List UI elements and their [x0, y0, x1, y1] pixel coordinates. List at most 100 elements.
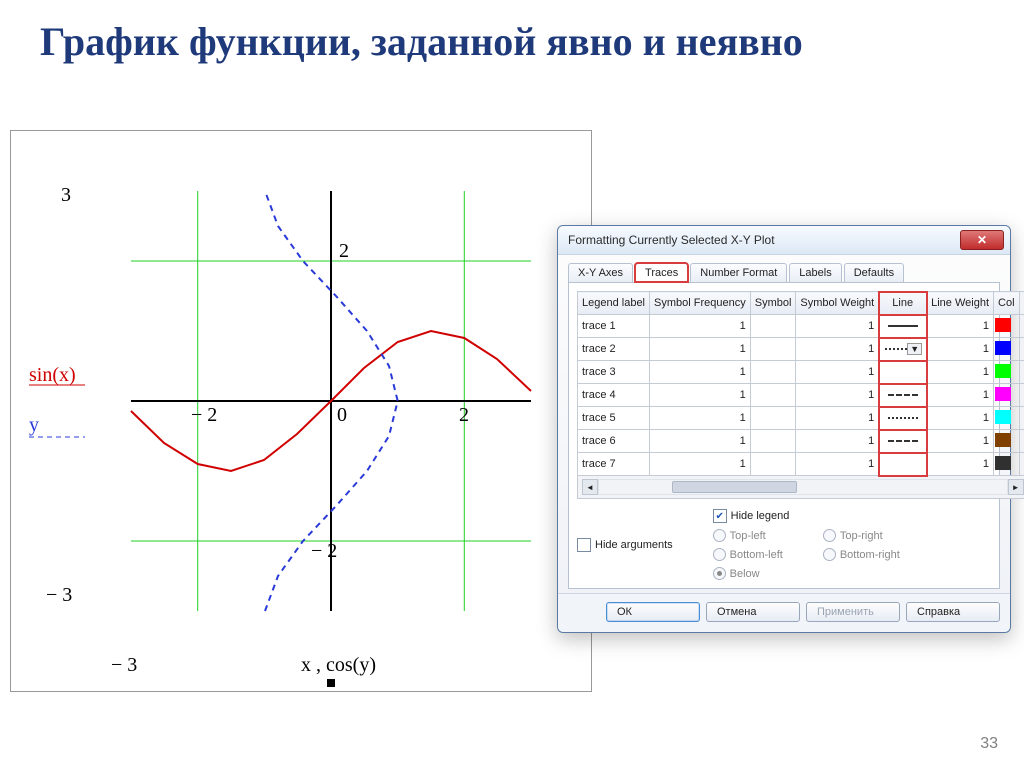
dialog-titlebar[interactable]: Formatting Currently Selected X-Y Plot ✕	[558, 226, 1010, 255]
cell-line-weight[interactable]: 1	[927, 384, 994, 407]
dialog-tabs: X-Y Axes Traces Number Format Labels Def…	[568, 263, 1000, 283]
cell-legend-label[interactable]: trace 4	[578, 384, 650, 407]
cell-symbol-weight[interactable]: 1	[796, 453, 879, 476]
vscroll-cell[interactable]	[1019, 453, 1024, 476]
checkbox-box-checked: ✔	[713, 509, 727, 523]
cancel-button[interactable]: Отмена	[706, 602, 800, 622]
cell-symbol-freq[interactable]: 1	[650, 407, 751, 430]
cell-symbol-freq[interactable]: 1	[650, 338, 751, 361]
table-row[interactable]: trace 5111	[578, 407, 1024, 430]
scroll-track[interactable]	[598, 479, 1008, 495]
cell-symbol-freq[interactable]: 1	[650, 361, 751, 384]
vscroll-cell[interactable]	[1019, 361, 1024, 384]
table-row[interactable]: trace 4111	[578, 384, 1024, 407]
cell-line-style[interactable]	[879, 361, 927, 384]
cell-legend-label[interactable]: trace 7	[578, 453, 650, 476]
cell-symbol[interactable]	[750, 430, 796, 453]
cell-color-swatch[interactable]	[994, 453, 1020, 476]
cell-color-swatch[interactable]	[994, 407, 1020, 430]
cell-symbol[interactable]	[750, 453, 796, 476]
xy-plot[interactable]: − 2 0 2 2 − 2 3 − 3 − 3 x , cos(y) sin(x…	[10, 130, 592, 692]
x-axis-label: x , cos(y)	[301, 654, 376, 676]
col-symbol-frequency[interactable]: Symbol Frequency	[650, 292, 751, 315]
help-button[interactable]: Справка	[906, 602, 1000, 622]
radio-bottom-left: Bottom-left	[713, 548, 783, 561]
vscroll-cell[interactable]	[1019, 315, 1024, 338]
table-row[interactable]: trace 211▼1	[578, 338, 1024, 361]
cell-line-weight[interactable]: 1	[927, 453, 994, 476]
tab-labels[interactable]: Labels	[789, 263, 841, 282]
radio-top-right: Top-right	[823, 529, 900, 542]
col-color[interactable]: Col	[994, 292, 1020, 315]
scroll-right-icon[interactable]: ►	[1008, 479, 1024, 495]
cell-symbol-weight[interactable]: 1	[796, 361, 879, 384]
cell-line-weight[interactable]: 1	[927, 338, 994, 361]
cell-symbol-weight[interactable]: 1	[796, 338, 879, 361]
cell-line-style[interactable]	[879, 384, 927, 407]
cell-legend-label[interactable]: trace 3	[578, 361, 650, 384]
cell-symbol[interactable]	[750, 315, 796, 338]
cell-color-swatch[interactable]	[994, 384, 1020, 407]
cell-symbol-weight[interactable]: 1	[796, 384, 879, 407]
cell-line-style[interactable]	[879, 453, 927, 476]
cell-color-swatch[interactable]	[994, 315, 1020, 338]
cell-line-style[interactable]	[879, 430, 927, 453]
cell-symbol-weight[interactable]: 1	[796, 430, 879, 453]
cell-color-swatch[interactable]	[994, 338, 1020, 361]
format-plot-dialog: Formatting Currently Selected X-Y Plot ✕…	[557, 225, 1011, 633]
col-symbol-weight[interactable]: Symbol Weight	[796, 292, 879, 315]
col-symbol[interactable]: Symbol	[750, 292, 796, 315]
col-line[interactable]: Line	[879, 292, 927, 315]
cell-legend-label[interactable]: trace 2	[578, 338, 650, 361]
close-button[interactable]: ✕	[960, 230, 1004, 250]
cell-color-swatch[interactable]	[994, 361, 1020, 384]
cell-line-style[interactable]	[879, 315, 927, 338]
cell-color-swatch[interactable]	[994, 430, 1020, 453]
y-min-label: − 3	[46, 584, 72, 606]
svg-text:0: 0	[337, 404, 347, 426]
cell-symbol-freq[interactable]: 1	[650, 430, 751, 453]
table-row[interactable]: trace 6111	[578, 430, 1024, 453]
tab-defaults[interactable]: Defaults	[844, 263, 904, 282]
col-line-weight[interactable]: Line Weight	[927, 292, 994, 315]
tab-xy-axes[interactable]: X-Y Axes	[568, 263, 633, 282]
table-row[interactable]: trace 3111	[578, 361, 1024, 384]
vscroll-cell[interactable]	[1019, 384, 1024, 407]
vscroll-cell[interactable]	[1019, 407, 1024, 430]
cell-symbol[interactable]	[750, 338, 796, 361]
cell-line-weight[interactable]: 1	[927, 315, 994, 338]
apply-button[interactable]: Применить	[806, 602, 900, 622]
scroll-left-icon[interactable]: ◄	[582, 479, 598, 495]
legend-y: y	[29, 414, 39, 436]
cell-line-style[interactable]: ▼	[879, 338, 927, 361]
cell-symbol-freq[interactable]: 1	[650, 315, 751, 338]
hide-legend-checkbox[interactable]: ✔ Hide legend	[713, 509, 900, 523]
col-legend-label[interactable]: Legend label	[578, 292, 650, 315]
cell-symbol-freq[interactable]: 1	[650, 453, 751, 476]
cell-legend-label[interactable]: trace 6	[578, 430, 650, 453]
table-row[interactable]: trace 1111	[578, 315, 1024, 338]
cell-symbol-freq[interactable]: 1	[650, 384, 751, 407]
cell-line-weight[interactable]: 1	[927, 430, 994, 453]
cell-legend-label[interactable]: trace 1	[578, 315, 650, 338]
cell-symbol-weight[interactable]: 1	[796, 315, 879, 338]
vscroll-cell[interactable]	[1019, 338, 1024, 361]
radio-top-left: Top-left	[713, 529, 783, 542]
resize-handle-icon	[327, 679, 335, 687]
cell-symbol[interactable]	[750, 407, 796, 430]
vscroll-cell[interactable]	[1019, 430, 1024, 453]
cell-legend-label[interactable]: trace 5	[578, 407, 650, 430]
hide-arguments-checkbox[interactable]: Hide arguments	[577, 509, 673, 580]
table-row[interactable]: trace 7111	[578, 453, 1024, 476]
tab-traces[interactable]: Traces	[635, 263, 688, 282]
cell-symbol-weight[interactable]: 1	[796, 407, 879, 430]
cell-line-weight[interactable]: 1	[927, 407, 994, 430]
cell-line-style[interactable]	[879, 407, 927, 430]
tab-number-format[interactable]: Number Format	[690, 263, 787, 282]
checkbox-box	[577, 538, 591, 552]
cell-symbol[interactable]	[750, 384, 796, 407]
ok-button[interactable]: ОК	[606, 602, 700, 622]
cell-line-weight[interactable]: 1	[927, 361, 994, 384]
table-hscrollbar[interactable]: ◄ ►	[578, 476, 1024, 499]
cell-symbol[interactable]	[750, 361, 796, 384]
